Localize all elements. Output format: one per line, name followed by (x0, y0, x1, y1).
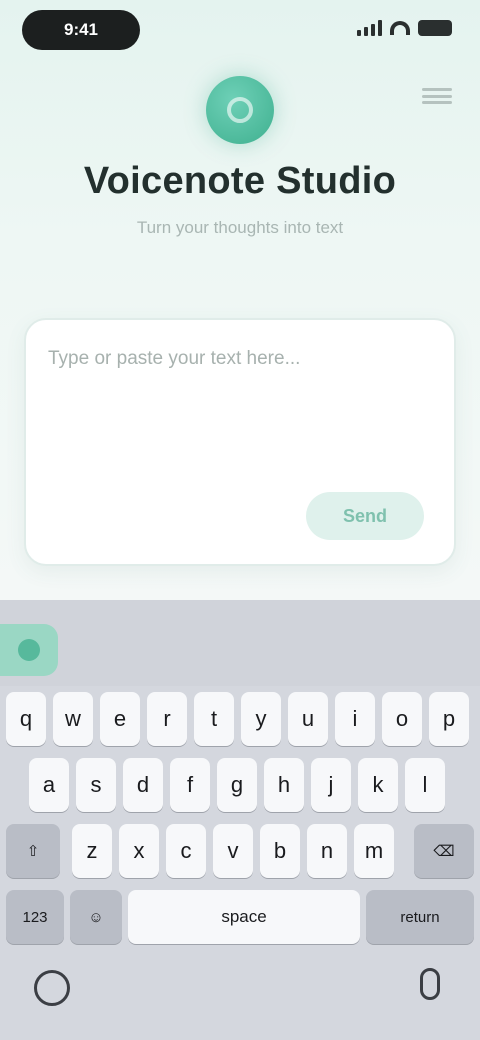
status-bar: 9:41 (0, 0, 480, 64)
key[interactable]: t (194, 692, 234, 746)
menu-icon[interactable] (422, 84, 452, 108)
key-row-4: 123 ☺ space return (0, 890, 480, 944)
message-input[interactable] (48, 348, 436, 498)
key[interactable]: b (260, 824, 300, 878)
page-title: Voicenote Studio (83, 160, 397, 202)
key-row-1: q w e r t y u i o p (0, 692, 480, 746)
key[interactable]: n (307, 824, 347, 878)
delete-key[interactable]: ⌫ (414, 824, 474, 878)
key[interactable]: y (241, 692, 281, 746)
key[interactable]: u (288, 692, 328, 746)
wifi-icon (390, 21, 410, 35)
app-logo (206, 76, 274, 144)
emoji-key[interactable]: ☺ (70, 890, 122, 944)
send-button[interactable]: Send (306, 492, 424, 540)
key[interactable]: d (123, 758, 163, 812)
return-key[interactable]: return (366, 890, 474, 944)
key[interactable]: h (264, 758, 304, 812)
key[interactable]: i (335, 692, 375, 746)
shift-key[interactable]: ⇧ (6, 824, 60, 878)
key[interactable]: z (72, 824, 112, 878)
microphone-icon[interactable] (420, 968, 440, 1000)
numbers-key[interactable]: 123 (6, 890, 64, 944)
key[interactable]: p (429, 692, 469, 746)
signal-icon (357, 20, 382, 36)
key[interactable]: w (53, 692, 93, 746)
key-row-2: a s d f g h j k l (0, 758, 480, 812)
keyboard: q w e r t y u i o p a s d f g h j k l ⇧ … (0, 600, 480, 1040)
battery-icon (418, 20, 452, 36)
key[interactable]: a (29, 758, 69, 812)
keyboard-bottom-bar (0, 956, 480, 1040)
key[interactable]: q (6, 692, 46, 746)
key[interactable]: l (405, 758, 445, 812)
suggestion-app-icon[interactable] (0, 624, 58, 676)
logo-mark-icon (227, 97, 253, 123)
page-subtitle: Turn your thoughts into text (136, 218, 344, 237)
key[interactable]: k (358, 758, 398, 812)
key[interactable]: x (119, 824, 159, 878)
composer-card: Send (24, 318, 456, 566)
key[interactable]: o (382, 692, 422, 746)
key[interactable]: s (76, 758, 116, 812)
key[interactable]: v (213, 824, 253, 878)
key[interactable]: f (170, 758, 210, 812)
space-key[interactable]: space (128, 890, 360, 944)
status-icons (357, 20, 452, 36)
key[interactable]: r (147, 692, 187, 746)
key[interactable]: c (166, 824, 206, 878)
status-time: 9:41 (22, 10, 140, 50)
key[interactable]: e (100, 692, 140, 746)
key[interactable]: m (354, 824, 394, 878)
key-row-3: ⇧ z x c v b n m ⌫ (0, 824, 480, 878)
globe-icon[interactable] (34, 970, 70, 1006)
suggestion-bar (0, 600, 480, 686)
key[interactable]: j (311, 758, 351, 812)
key[interactable]: g (217, 758, 257, 812)
